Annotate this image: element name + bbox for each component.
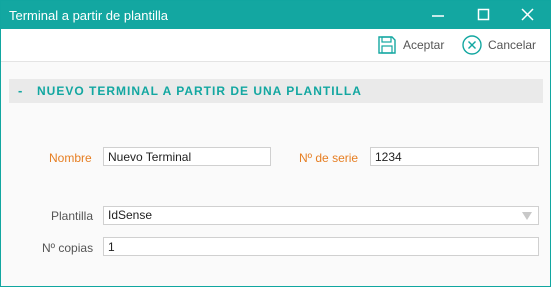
minimize-button[interactable] bbox=[416, 1, 460, 29]
section-title: NUEVO TERMINAL A PARTIR DE UNA PLANTILLA bbox=[37, 84, 362, 98]
serial-label: Nº de serie bbox=[299, 151, 359, 165]
toolbar: Aceptar Cancelar bbox=[1, 29, 550, 62]
serial-input[interactable] bbox=[370, 147, 539, 166]
template-value: IdSense bbox=[108, 208, 153, 222]
collapse-toggle[interactable]: - bbox=[18, 83, 22, 98]
accept-button[interactable]: Aceptar bbox=[376, 33, 444, 57]
window-title: Terminal a partir de plantilla bbox=[9, 8, 168, 23]
name-input[interactable] bbox=[103, 147, 271, 166]
cancel-circle-icon bbox=[462, 35, 482, 55]
copies-input[interactable] bbox=[103, 237, 539, 256]
maximize-icon bbox=[477, 8, 490, 21]
cancel-button[interactable]: Cancelar bbox=[461, 33, 536, 57]
dialog-window: Terminal a partir de plantilla Aceptar C… bbox=[0, 0, 551, 287]
name-label: Nombre bbox=[49, 151, 92, 165]
minimize-icon bbox=[432, 15, 444, 17]
template-select[interactable]: IdSense bbox=[103, 206, 539, 225]
close-button[interactable] bbox=[506, 1, 550, 29]
cancel-label: Cancelar bbox=[488, 38, 537, 52]
maximize-button[interactable] bbox=[462, 1, 506, 29]
accept-label: Aceptar bbox=[403, 38, 445, 52]
chevron-down-icon bbox=[522, 212, 532, 220]
form-content: - NUEVO TERMINAL A PARTIR DE UNA PLANTIL… bbox=[1, 62, 550, 286]
title-bar: Terminal a partir de plantilla bbox=[1, 1, 550, 29]
copies-label: Nº copias bbox=[42, 241, 94, 255]
template-label: Plantilla bbox=[51, 209, 94, 223]
close-icon bbox=[521, 8, 534, 21]
section-header[interactable]: - NUEVO TERMINAL A PARTIR DE UNA PLANTIL… bbox=[9, 79, 543, 103]
save-icon bbox=[378, 36, 396, 54]
